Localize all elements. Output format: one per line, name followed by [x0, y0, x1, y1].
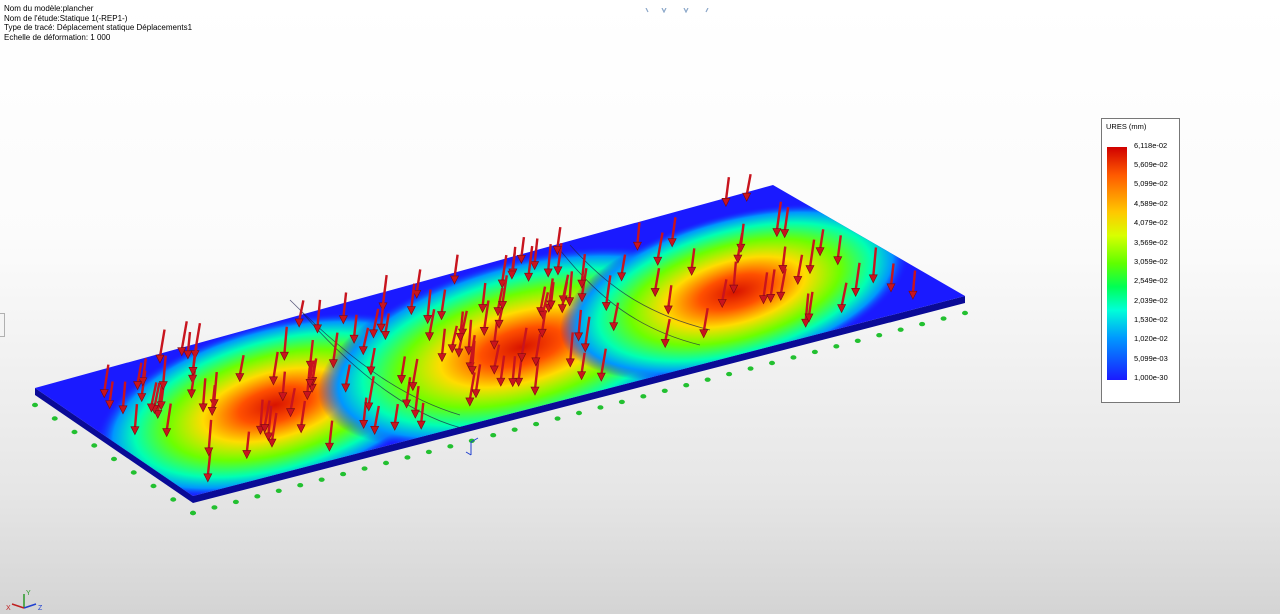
fixture-icon [790, 355, 797, 360]
fixture-icon [190, 510, 196, 516]
fixture-icon [32, 402, 38, 408]
fixture-icon [876, 333, 883, 338]
fixture-icon [318, 477, 325, 482]
triad-z-label: Z [38, 605, 43, 612]
triad-x-label: X [6, 605, 11, 612]
fixture-icon [833, 344, 840, 349]
fixture-icon [533, 421, 540, 427]
displacement-contours [95, 203, 911, 496]
legend-color-bar [1107, 147, 1127, 380]
fixture-icon [919, 321, 926, 327]
fixture-icon [769, 360, 775, 366]
legend-label: 2,039e-02 [1134, 296, 1168, 305]
legend-label: 4,589e-02 [1134, 199, 1168, 208]
legend-label: 5,099e-03 [1134, 354, 1168, 363]
legend-label: 1,000e-30 [1134, 373, 1168, 382]
fixture-icon [170, 497, 177, 502]
fixture-icon [683, 383, 690, 388]
fixture-icon [661, 388, 668, 393]
triad-y-label: Y [26, 590, 31, 597]
fixture-icon [897, 327, 904, 332]
fixture-icon [150, 483, 157, 489]
legend-label: 3,059e-02 [1134, 257, 1168, 266]
fixture-icon [854, 338, 861, 343]
side-panel-toggle[interactable] [0, 313, 5, 337]
legend-label: 2,549e-02 [1134, 276, 1168, 285]
fixture-icon [425, 449, 432, 455]
legend-label: 4,079e-02 [1134, 218, 1168, 227]
fixture-icon [232, 499, 239, 505]
study-info-overlay: Nom du modèle:plancher Nom de l'étude:St… [4, 4, 192, 42]
fixture-icon [383, 460, 389, 466]
legend-label: 3,569e-02 [1134, 238, 1168, 247]
fixture-icon [361, 466, 368, 471]
legend-title: URES (mm) [1106, 122, 1147, 131]
legend-label: 5,609e-02 [1134, 160, 1168, 169]
fixture-icon [940, 316, 947, 321]
fixture-icon [640, 394, 647, 399]
view-toolbar-handle[interactable] [640, 0, 716, 14]
model-viewport[interactable] [0, 0, 1280, 614]
fixture-icon [490, 433, 497, 438]
fixture-icon [130, 470, 137, 475]
legend-label: 5,099e-02 [1134, 179, 1168, 188]
fixture-icon [91, 443, 98, 448]
fixture-icon [811, 349, 818, 355]
results-legend[interactable]: URES (mm) 6,118e-02 5,609e-02 5,099e-02 … [1101, 118, 1180, 403]
legend-label: 1,530e-02 [1134, 315, 1168, 324]
fixture-icon [704, 377, 711, 382]
fixture-icon [254, 494, 261, 499]
fixture-icon [726, 371, 733, 377]
fixture-icon [111, 456, 117, 462]
fixture-icon [51, 416, 58, 421]
view-triad-icon: Y X Z [6, 590, 43, 612]
legend-label: 6,118e-02 [1134, 141, 1168, 150]
fixture-icon [576, 410, 582, 416]
fixture-icon [618, 399, 625, 405]
fixture-icon [554, 416, 561, 421]
deformation-scale-text: Echelle de déformation: 1 000 [4, 32, 111, 42]
study-name-text: Nom de l'étude:Statique 1(-REP1-) [4, 13, 128, 23]
fixture-icon [275, 488, 282, 493]
legend-label: 1,020e-02 [1134, 334, 1168, 343]
fixture-icon [211, 505, 218, 510]
fixture-icon [447, 444, 454, 449]
fixture-icon [597, 405, 604, 410]
plot-type-text: Type de tracé: Déplacement statique Dépl… [4, 23, 193, 32]
fixture-icon [962, 310, 968, 316]
fixture-icon [511, 427, 518, 432]
fixture-icon [340, 471, 347, 477]
fixture-icon [747, 366, 754, 371]
fixture-icon [71, 429, 78, 435]
fixture-icon [297, 483, 304, 488]
fixture-icon [404, 455, 411, 460]
model-name-text: Nom du modèle:plancher [4, 4, 94, 13]
